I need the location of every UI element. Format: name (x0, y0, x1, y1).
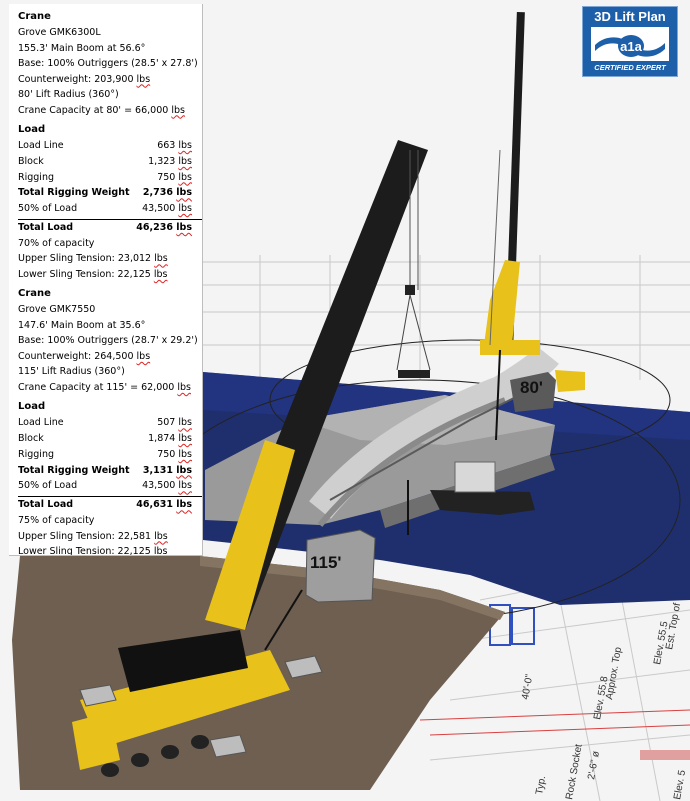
crane2-share-row: 50% of Load 43,500 lbs (18, 480, 192, 492)
lift-plan-viewport[interactable]: Est. Top of Rock Elev. 55.5 Approx. Top … (0, 0, 690, 801)
a1a-logo-icon: a1a (591, 27, 669, 61)
crane2-truck-cab (555, 370, 585, 392)
crane1-capacity: Crane Capacity at 80' = 66,000 lbs (18, 104, 185, 116)
crane2-lower-sling: Lower Sling Tension: 22,125 lbs (18, 546, 168, 556)
radius-label-115: 115' (310, 553, 342, 572)
crane1-capacity-percent: 70% of capacity (18, 237, 95, 249)
crane1-block-row: Block 1,323 lbs (18, 155, 192, 167)
crane2-counterweight: Counterweight: 264,500 lbs (18, 350, 151, 362)
badge-title: 3D Lift Plan (594, 9, 666, 24)
crane2-capacity: Crane Capacity at 115' = 62,000 lbs (18, 381, 191, 393)
crane2-lift-radius: 115' Lift Radius (360°) (18, 366, 125, 378)
crane2-model: Grove GMK7550 (18, 304, 96, 316)
crane1-total-load-row: Total Load 46,236 lbs (18, 218, 202, 236)
radius-label-80: 80' (520, 378, 543, 397)
svg-text:a1a: a1a (620, 39, 642, 54)
crane1-share-row: 50% of Load 43,500 lbs (18, 203, 192, 215)
crane1-spreader-bar (398, 370, 430, 378)
crane1-load-line-row: Load Line 663 lbs (18, 140, 192, 151)
crane2-rigging-row: Rigging 750 lbs (18, 448, 192, 460)
crane1-heading: Crane (18, 11, 51, 22)
lift-details-panel: Crane Grove GMK6300L 155.3' Main Boom at… (9, 4, 203, 556)
crane2-boom: 147.6' Main Boom at 35.6° (18, 319, 146, 331)
crane2-heading: Crane (18, 288, 51, 300)
crane1-boom: 155.3' Main Boom at 56.6° (18, 42, 146, 54)
crane2-upper-sling: Upper Sling Tension: 22,581 lbs (18, 530, 168, 542)
crane1-hook-block (405, 285, 415, 295)
certified-expert-badge: 3D Lift Plan a1a CERTIFIED EXPERT (582, 6, 678, 77)
plan-marker (640, 750, 690, 760)
crane2-total-load-row: Total Load 46,631 lbs (18, 496, 202, 513)
crane2-capacity-percent: 75% of capacity (18, 515, 95, 527)
crane2-load-line-row: Load Line 507 lbs (18, 417, 192, 429)
crane2-carrier (480, 340, 540, 355)
crane1-lift-radius: 80' Lift Radius (360°) (18, 89, 119, 100)
crane1-base: Base: 100% Outriggers (28.5' x 27.8') (18, 58, 198, 69)
badge-subtitle: CERTIFIED EXPERT (594, 63, 666, 72)
crane1-upper-sling: Upper Sling Tension: 23,012 lbs (18, 253, 168, 265)
crane1-load-heading: Load (18, 124, 46, 135)
crane1-model: Grove GMK6300L (18, 27, 101, 38)
crane1-rigging-row: Rigging 750 lbs (18, 171, 192, 183)
crane1-lower-sling: Lower Sling Tension: 22,125 lbs (18, 268, 168, 280)
crane2-total-rigging-row: Total Rigging Weight 3,131 lbs (18, 464, 192, 476)
crane2-block-row: Block 1,874 lbs (18, 433, 192, 445)
crane1-counterweight: Counterweight: 203,900 lbs (18, 73, 151, 85)
crane1-total-rigging-row: Total Rigging Weight 2,736 lbs (18, 187, 192, 199)
crane2-base: Base: 100% Outriggers (28.7' x 29.2') (18, 335, 198, 347)
crane2-load-heading: Load (18, 401, 46, 413)
tug-boat-cabin (454, 461, 496, 493)
